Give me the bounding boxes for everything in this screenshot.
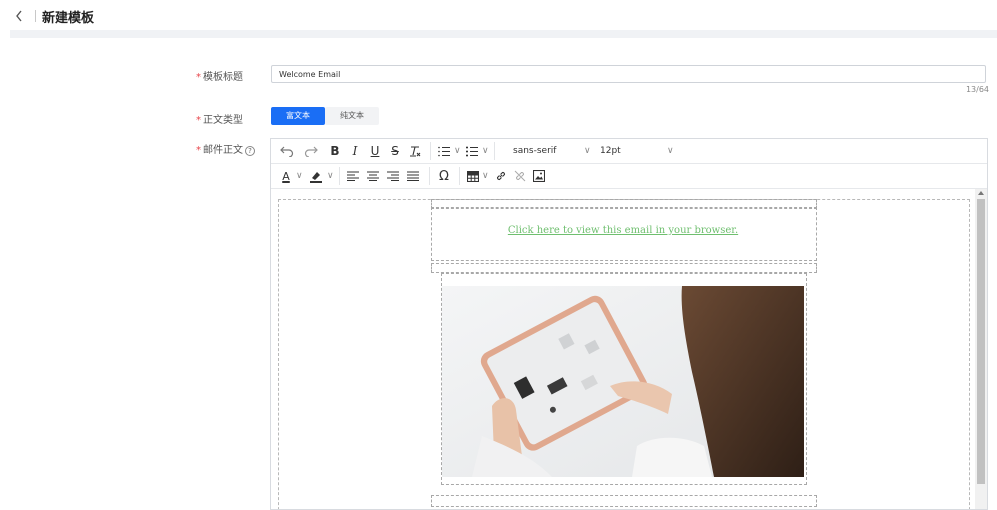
rich-text-editor[interactable]: B I U S ∨ ∨ sans-serif ∨ 12pt ∨ A ∨ ∨ Ω … xyxy=(270,138,988,510)
required-mark: * xyxy=(196,145,201,156)
view-in-browser-link[interactable]: Click here to view this email in your br… xyxy=(431,225,815,236)
editor-content[interactable]: Click here to view this email in your br… xyxy=(271,189,987,509)
align-right-icon[interactable] xyxy=(386,164,400,188)
required-mark: * xyxy=(196,115,201,126)
page-title: 新建模板 xyxy=(42,11,95,26)
chevron-down-icon[interactable]: ∨ xyxy=(482,164,489,188)
text-color-icon[interactable]: A xyxy=(279,164,293,188)
scrollbar-thumb[interactable] xyxy=(977,199,985,484)
type-option-rich-text[interactable]: 富文本 xyxy=(271,107,325,125)
chevron-left-icon[interactable] xyxy=(14,9,24,23)
italic-icon[interactable]: I xyxy=(347,139,363,163)
body-field-label: * 邮件正文? xyxy=(196,141,255,156)
numbered-list-icon[interactable] xyxy=(437,139,451,163)
toolbar-row-2: A ∨ ∨ Ω ∨ xyxy=(271,164,987,189)
type-option-plain-text[interactable]: 纯文本 xyxy=(325,107,379,125)
char-count: 13/64 xyxy=(965,85,989,94)
underline-icon[interactable]: U xyxy=(367,139,383,163)
toolbar-divider xyxy=(429,167,430,185)
clear-format-icon[interactable] xyxy=(407,139,423,163)
title-field[interactable] xyxy=(271,65,986,83)
chevron-down-icon[interactable]: ∨ xyxy=(667,139,674,163)
editor-scrollbar[interactable] xyxy=(975,189,987,509)
align-left-icon[interactable] xyxy=(346,164,360,188)
chevron-down-icon[interactable]: ∨ xyxy=(584,139,591,163)
scroll-up-arrow-icon[interactable] xyxy=(978,191,984,195)
strikethrough-icon[interactable]: S xyxy=(387,139,403,163)
type-field-label: * 正文类型 xyxy=(196,115,243,126)
special-char-icon[interactable]: Ω xyxy=(436,164,452,188)
hero-image[interactable] xyxy=(442,286,804,477)
header-divider xyxy=(35,10,36,22)
highlight-icon[interactable] xyxy=(308,164,324,188)
link-icon[interactable] xyxy=(494,164,508,188)
toolbar-divider xyxy=(430,142,431,160)
email-block-bottom xyxy=(431,495,817,507)
justify-icon[interactable] xyxy=(406,164,420,188)
toolbar-row-1: B I U S ∨ ∨ sans-serif ∨ 12pt ∨ xyxy=(271,139,987,164)
font-family-select[interactable]: sans-serif xyxy=(513,139,556,163)
chevron-down-icon[interactable]: ∨ xyxy=(296,164,303,188)
bullet-list-icon[interactable] xyxy=(465,139,479,163)
chevron-down-icon[interactable]: ∨ xyxy=(327,164,334,188)
title-field-label: * 模板标题 xyxy=(196,72,243,83)
unlink-icon[interactable] xyxy=(513,164,527,188)
undo-icon[interactable] xyxy=(277,139,297,163)
required-mark: * xyxy=(196,72,201,83)
toolbar-divider xyxy=(459,167,460,185)
redo-icon[interactable] xyxy=(301,139,321,163)
font-size-select[interactable]: 12pt xyxy=(600,139,621,163)
table-icon[interactable] xyxy=(466,164,480,188)
header-strip xyxy=(10,30,997,38)
align-center-icon[interactable] xyxy=(366,164,380,188)
toolbar-divider xyxy=(494,142,495,160)
email-block-divider xyxy=(431,263,817,273)
help-circle-icon[interactable]: ? xyxy=(245,146,255,156)
title-input[interactable] xyxy=(272,66,969,83)
image-icon[interactable] xyxy=(532,164,546,188)
bold-icon[interactable]: B xyxy=(327,139,343,163)
toolbar-divider xyxy=(339,167,340,185)
chevron-down-icon[interactable]: ∨ xyxy=(482,139,489,163)
chevron-down-icon[interactable]: ∨ xyxy=(454,139,461,163)
page-header: 新建模板 xyxy=(0,0,997,30)
